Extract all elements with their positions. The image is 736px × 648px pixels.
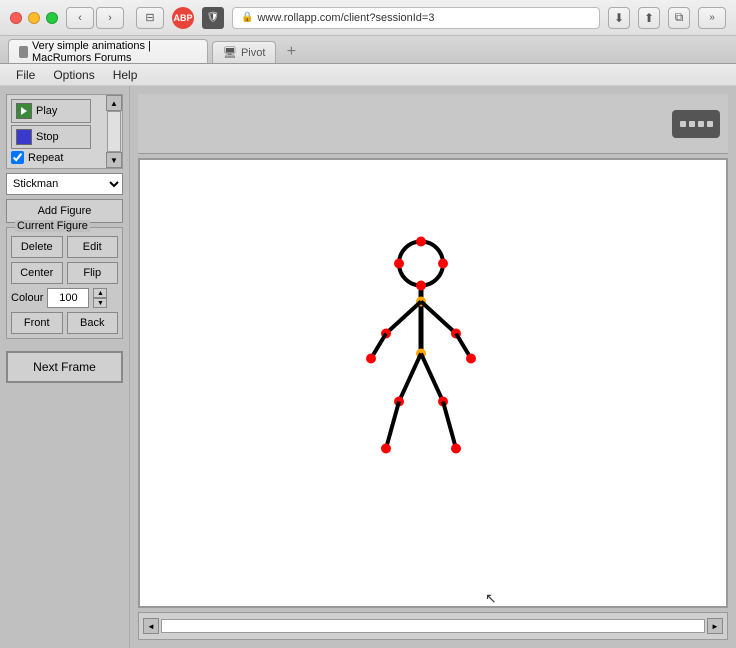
stop-square-icon bbox=[20, 133, 28, 141]
play-triangle-icon bbox=[21, 107, 27, 115]
stop-button[interactable]: Stop bbox=[11, 125, 91, 149]
front-back-row: Front Back bbox=[11, 312, 118, 334]
repeat-row: Repeat bbox=[11, 151, 118, 164]
next-frame-button[interactable]: Next Frame bbox=[6, 351, 123, 383]
back-button[interactable]: ‹ bbox=[66, 7, 94, 29]
playback-scrollbar: ▲ ▼ bbox=[106, 95, 122, 168]
colour-down-button[interactable]: ▼ bbox=[93, 298, 107, 308]
close-button[interactable] bbox=[10, 12, 22, 24]
scroll-down-button[interactable]: ▼ bbox=[106, 152, 122, 168]
ext-dots bbox=[680, 121, 713, 127]
colour-spinner: ▲ ▼ bbox=[93, 288, 107, 308]
video-strip bbox=[138, 94, 728, 154]
pivot-icon: 🖥 bbox=[223, 46, 237, 59]
adblock-icon[interactable]: ABP bbox=[172, 7, 194, 29]
colour-up-button[interactable]: ▲ bbox=[93, 288, 107, 298]
reader-view-button[interactable]: ⊟ bbox=[136, 7, 164, 29]
repeat-label: Repeat bbox=[28, 152, 63, 164]
current-figure-group: Current Figure Delete Edit Center Flip C… bbox=[6, 227, 123, 339]
ext-dot-1 bbox=[680, 121, 686, 127]
main-tab[interactable]: Very simple animations | MacRumors Forum… bbox=[8, 39, 208, 63]
stop-label: Stop bbox=[36, 131, 59, 143]
figure-select-row: Stickman bbox=[6, 173, 123, 195]
colour-label: Colour bbox=[11, 292, 43, 304]
frame-scroll-track[interactable] bbox=[161, 619, 705, 633]
cursor-indicator: ↖ bbox=[485, 590, 497, 607]
stop-icon bbox=[16, 129, 32, 145]
center-button[interactable]: Center bbox=[11, 262, 63, 284]
ext-dot-3 bbox=[698, 121, 704, 127]
edit-button[interactable]: Edit bbox=[67, 236, 119, 258]
sidebar: Play Stop Repeat ▲ ▼ Stickman bbox=[0, 86, 130, 648]
pivot-tab-label: Pivot bbox=[241, 47, 265, 59]
extensions-icon bbox=[672, 110, 720, 138]
forward-button[interactable]: › bbox=[96, 7, 124, 29]
ext-dot-4 bbox=[707, 121, 713, 127]
help-menu[interactable]: Help bbox=[105, 66, 146, 84]
tab-bar: Very simple animations | MacRumors Forum… bbox=[0, 36, 736, 64]
flip-button[interactable]: Flip bbox=[67, 262, 119, 284]
nav-buttons: ‹ › bbox=[66, 7, 124, 29]
main-area: ↖ ◄ ► bbox=[130, 86, 736, 648]
frame-scrollbar: ◄ ► bbox=[138, 612, 728, 640]
front-button[interactable]: Front bbox=[11, 312, 63, 334]
share-button[interactable]: ⬆ bbox=[638, 7, 660, 29]
main-tab-label: Very simple animations | MacRumors Forum… bbox=[32, 40, 197, 64]
tabs-button[interactable]: ⧉ bbox=[668, 7, 690, 29]
scroll-left-button[interactable]: ◄ bbox=[143, 618, 159, 634]
options-menu[interactable]: Options bbox=[45, 66, 102, 84]
scroll-up-button[interactable]: ▲ bbox=[106, 95, 122, 111]
playback-section: Play Stop Repeat ▲ ▼ bbox=[6, 94, 123, 169]
lock-icon: 🔒 bbox=[241, 12, 253, 23]
scroll-right-button[interactable]: ► bbox=[707, 618, 723, 634]
current-figure-label: Current Figure bbox=[15, 220, 90, 232]
url-text: www.rollapp.com/client?sessionId=3 bbox=[257, 12, 434, 24]
pivot-tab[interactable]: 🖥 Pivot bbox=[212, 41, 276, 63]
traffic-lights bbox=[10, 12, 58, 24]
shield-icon[interactable]: 🛡 bbox=[202, 7, 224, 29]
app-content: Play Stop Repeat ▲ ▼ Stickman bbox=[0, 86, 736, 648]
colour-input[interactable] bbox=[47, 288, 89, 308]
menubar: File Options Help bbox=[0, 64, 736, 86]
new-tab-button[interactable]: + bbox=[280, 41, 302, 63]
ext-dot-2 bbox=[689, 121, 695, 127]
extensions-button[interactable]: » bbox=[698, 7, 726, 29]
browser-titlebar: ‹ › ⊟ ABP 🛡 🔒 www.rollapp.com/client?ses… bbox=[0, 0, 736, 36]
play-icon bbox=[16, 103, 32, 119]
figure-select[interactable]: Stickman bbox=[6, 173, 123, 195]
colour-row: Colour ▲ ▼ bbox=[11, 288, 118, 308]
repeat-checkbox[interactable] bbox=[11, 151, 24, 164]
url-bar[interactable]: 🔒 www.rollapp.com/client?sessionId=3 bbox=[232, 7, 600, 29]
play-label: Play bbox=[36, 105, 57, 117]
center-flip-row: Center Flip bbox=[11, 262, 118, 284]
file-menu[interactable]: File bbox=[8, 66, 43, 84]
fullscreen-button[interactable] bbox=[46, 12, 58, 24]
tab-favicon bbox=[19, 46, 28, 58]
play-button[interactable]: Play bbox=[11, 99, 91, 123]
stickman-figure[interactable] bbox=[361, 234, 481, 464]
delete-button[interactable]: Delete bbox=[11, 236, 63, 258]
delete-edit-row: Delete Edit bbox=[11, 236, 118, 258]
download-button[interactable]: ⬇ bbox=[608, 7, 630, 29]
minimize-button[interactable] bbox=[28, 12, 40, 24]
canvas-container[interactable]: ↖ bbox=[138, 158, 728, 608]
scroll-track bbox=[107, 111, 121, 152]
back-button-ctrl[interactable]: Back bbox=[67, 312, 119, 334]
